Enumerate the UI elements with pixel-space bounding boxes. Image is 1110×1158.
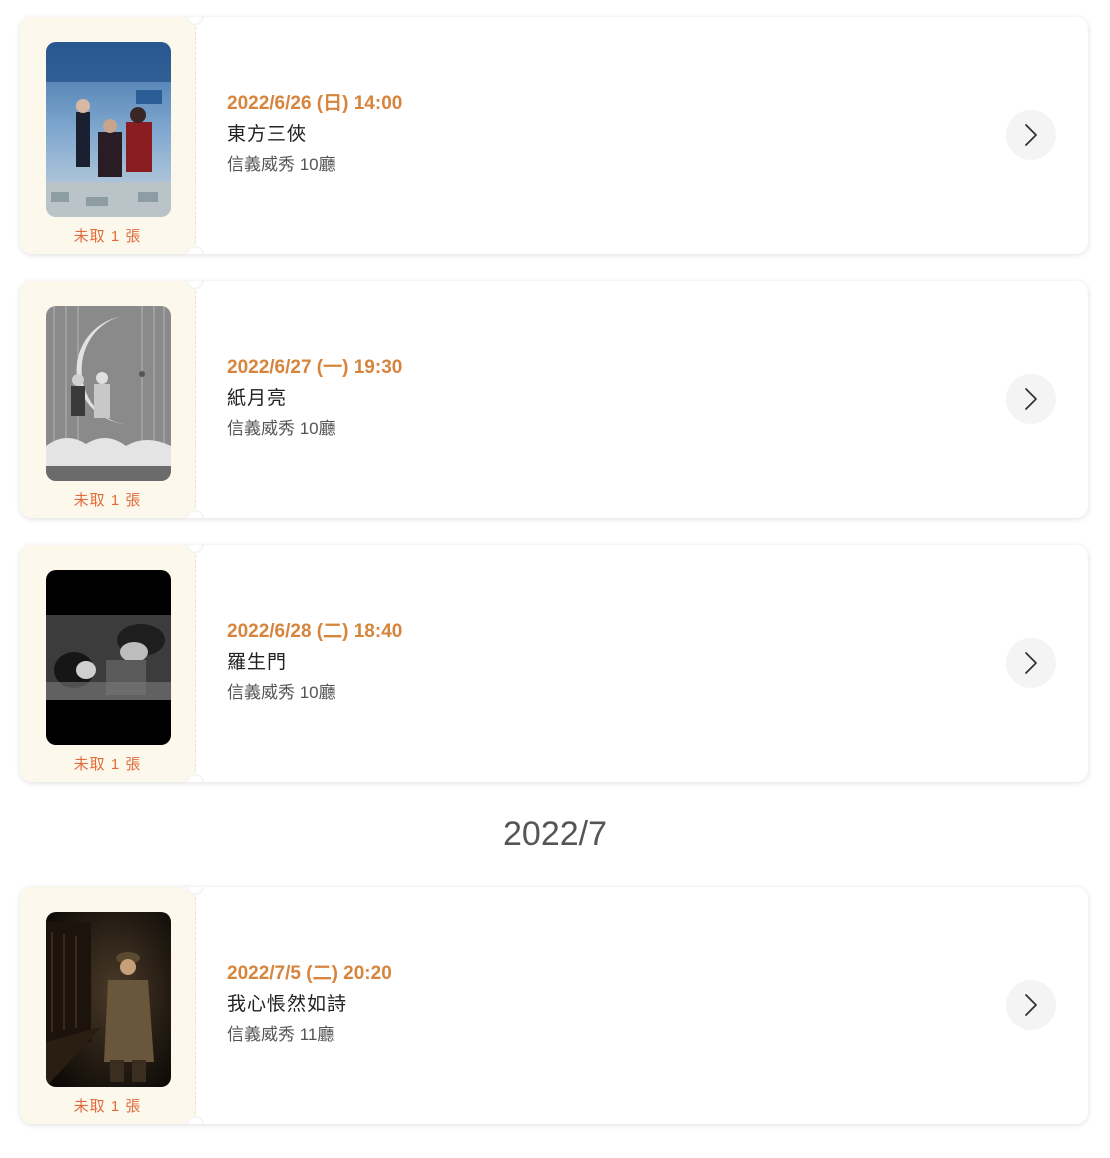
ticket-card[interactable]: 未取 1 張 2022/6/27 (一) 19:30 紙月亮 信義威秀 10廳 bbox=[20, 281, 1088, 518]
pickup-status: 未取 1 張 bbox=[73, 492, 142, 509]
ticket-card[interactable]: 未取 1 張 2022/7/5 (二) 20:20 我心悵然如詩 信義威秀 11… bbox=[20, 887, 1088, 1124]
showtime: 2022/6/27 (一) 19:30 bbox=[227, 357, 403, 378]
movie-title: 東方三俠 bbox=[227, 124, 308, 145]
ticket-info: 2022/6/28 (二) 18:40 羅生門 信義威秀 10廳 bbox=[227, 620, 402, 704]
ticket-detail-button[interactable] bbox=[1006, 110, 1056, 160]
ticket-stub: 未取 1 張 bbox=[20, 887, 196, 1124]
showtime: 2022/6/26 (日) 14:00 bbox=[227, 93, 403, 114]
ticket-notch bbox=[186, 510, 204, 518]
ticket-stub: 未取 1 張 bbox=[20, 281, 196, 518]
ticket-stub: 未取 1 張 bbox=[20, 545, 196, 782]
ticket-notch bbox=[186, 246, 204, 254]
pickup-status: 未取 1 張 bbox=[73, 756, 142, 773]
ticket-detail-button[interactable] bbox=[1006, 638, 1056, 688]
venue: 信義威秀 10廳 bbox=[227, 683, 336, 702]
ticket-info: 2022/7/5 (二) 20:20 我心悵然如詩 信義威秀 11廳 bbox=[227, 962, 392, 1046]
ticket-card[interactable]: 未取 1 張 2022/6/26 (日) 14:00 東方三俠 信義威秀 10廳 bbox=[20, 17, 1088, 254]
movie-title: 羅生門 bbox=[227, 652, 288, 673]
ticket-notch bbox=[186, 1116, 204, 1124]
ticket-stub: 未取 1 張 bbox=[20, 17, 196, 254]
movie-title: 紙月亮 bbox=[227, 388, 288, 409]
chevron-right-icon bbox=[1025, 124, 1037, 146]
ticket-detail-button[interactable] bbox=[1006, 374, 1056, 424]
movie-poster bbox=[46, 306, 171, 481]
venue: 信義威秀 11廳 bbox=[227, 1025, 335, 1044]
month-heading: 2022/7 bbox=[503, 815, 607, 853]
chevron-right-icon bbox=[1025, 388, 1037, 410]
chevron-right-icon bbox=[1025, 652, 1037, 674]
showtime: 2022/7/5 (二) 20:20 bbox=[227, 963, 392, 984]
ticket-detail-button[interactable] bbox=[1006, 980, 1056, 1030]
chevron-right-icon bbox=[1025, 994, 1037, 1016]
venue: 信義威秀 10廳 bbox=[227, 155, 336, 174]
pickup-status: 未取 1 張 bbox=[73, 1098, 142, 1115]
venue: 信義威秀 10廳 bbox=[227, 419, 336, 438]
ticket-info: 2022/6/26 (日) 14:00 東方三俠 信義威秀 10廳 bbox=[227, 92, 402, 176]
movie-poster bbox=[46, 42, 171, 217]
ticket-info: 2022/6/27 (一) 19:30 紙月亮 信義威秀 10廳 bbox=[227, 356, 402, 440]
movie-poster bbox=[46, 570, 171, 745]
movie-title: 我心悵然如詩 bbox=[227, 994, 348, 1015]
movie-poster bbox=[46, 912, 171, 1087]
pickup-status: 未取 1 張 bbox=[73, 228, 142, 245]
ticket-card[interactable]: 未取 1 張 2022/6/28 (二) 18:40 羅生門 信義威秀 10廳 bbox=[20, 545, 1088, 782]
showtime: 2022/6/28 (二) 18:40 bbox=[227, 621, 403, 642]
ticket-notch bbox=[186, 774, 204, 782]
